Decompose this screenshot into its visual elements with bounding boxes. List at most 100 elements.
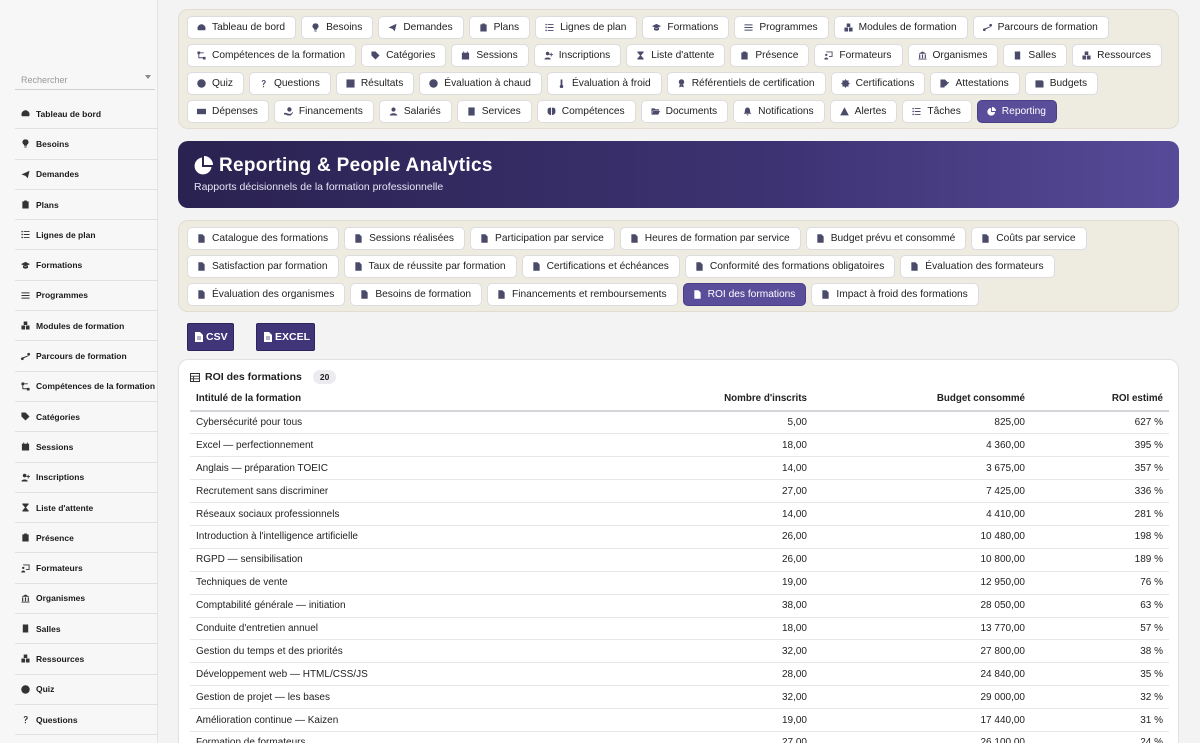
nav-chip-organismes[interactable]: Organismes (907, 44, 999, 67)
nav-chip-financements[interactable]: Financements (273, 100, 374, 123)
nav-chip-salaries[interactable]: Salariés (378, 100, 452, 123)
column-header-budget[interactable]: Budget consommé (813, 387, 1031, 412)
report-chip-conformite-des-formations-obligatoires[interactable]: Conformité des formations obligatoires (684, 255, 896, 278)
sidebar-item-inscriptions[interactable]: Inscriptions (15, 463, 158, 493)
sidebar-item-label: Organismes (36, 593, 86, 604)
sidebar-item-catégories[interactable]: Catégories (15, 402, 158, 433)
nav-chip-lignes-de-plan[interactable]: Lignes de plan (535, 16, 638, 39)
report-chip-roi-des-formations[interactable]: ROI des formations (682, 283, 807, 306)
report-chip-evaluation-des-organismes[interactable]: Évaluation des organismes (187, 283, 346, 306)
sidebar-item-compétences-de-la-formation[interactable]: Compétences de la formation (15, 372, 158, 402)
nav-chip-evaluation-a-chaud[interactable]: Évaluation à chaud (419, 72, 542, 95)
column-header-inscrits[interactable]: Nombre d'inscrits (650, 387, 813, 412)
column-header-roi[interactable]: ROI estimé (1031, 387, 1169, 412)
chip-label: Parcours de formation (997, 22, 1098, 33)
file-icon (197, 234, 206, 243)
export-csv-button[interactable]: CSV (187, 323, 234, 351)
sidebar-item-label: Formateurs (36, 563, 83, 574)
sidebar-item-lignes-de-plan[interactable]: Lignes de plan (15, 220, 158, 251)
sidebar-item-label: Sessions (36, 441, 74, 452)
nav-chip-ressources[interactable]: Ressources (1072, 44, 1162, 67)
sidebar-item-label: Modules de formation (36, 320, 125, 331)
sidebar-item-formateurs[interactable]: Formateurs (15, 553, 158, 584)
export-excel-button[interactable]: EXCEL (256, 323, 315, 351)
list-icon (545, 23, 554, 32)
nav-chip-categories[interactable]: Catégories (361, 44, 447, 67)
sidebar-item-liste-d-attente[interactable]: Liste d'attente (15, 493, 158, 524)
nav-chip-parcours-de-formation[interactable]: Parcours de formation (972, 16, 1109, 39)
sidebar-item-organismes[interactable]: Organismes (15, 584, 158, 615)
sidebar-item-programmes[interactable]: Programmes (15, 281, 158, 312)
cell-title: Gestion du temps et des priorités (190, 639, 650, 664)
nav-chip-modules-de-formation[interactable]: Modules de formation (833, 16, 968, 39)
report-chip-catalogue-des-formations[interactable]: Catalogue des formations (187, 227, 340, 250)
cell-title: Techniques de vente (190, 571, 650, 595)
report-chip-sessions-realisees[interactable]: Sessions réalisées (344, 227, 466, 250)
nav-chip-formations[interactable]: Formations (642, 16, 730, 39)
sidebar-item-présence[interactable]: Présence (15, 523, 158, 554)
report-chip-impact-a-froid-des-formations[interactable]: Impact à froid des formations (811, 283, 979, 306)
nav-chip-alertes[interactable]: Alertes (829, 100, 898, 123)
chip-label: Évaluation des formateurs (925, 261, 1044, 272)
sidebar-item-tableau-de-bord[interactable]: Tableau de bord (15, 99, 158, 130)
chip-label: Salles (1028, 50, 1057, 61)
report-chip-heures-de-formation-par-service[interactable]: Heures de formation par service (619, 227, 801, 250)
chevron-down-icon[interactable] (145, 75, 151, 79)
nav-chip-evaluation-a-froid[interactable]: Évaluation à froid (546, 72, 662, 95)
report-chip-budget-prevu-et-consomme[interactable]: Budget prévu et consommé (805, 227, 967, 250)
nav-chip-programmes[interactable]: Programmes (734, 16, 829, 39)
nav-chip-presence[interactable]: Présence (730, 44, 810, 67)
nav-chip-tableau-de-bord[interactable]: Tableau de bord (187, 16, 297, 39)
sidebar-item-salles[interactable]: Salles (15, 614, 158, 645)
folder-open-icon (651, 107, 660, 116)
bars-icon (744, 23, 753, 32)
nav-chip-competences[interactable]: Compétences (536, 100, 636, 123)
nav-chip-demandes[interactable]: Demandes (378, 16, 464, 39)
nav-chip-resultats[interactable]: Résultats (335, 72, 415, 95)
nav-chip-notifications[interactable]: Notifications (733, 100, 825, 123)
nav-chip-inscriptions[interactable]: Inscriptions (533, 44, 622, 67)
nav-chip-salles[interactable]: Salles (1003, 44, 1068, 67)
sidebar-item-sessions[interactable]: Sessions (15, 432, 158, 463)
nav-chip-depenses[interactable]: Dépenses (187, 100, 269, 123)
sidebar-item-besoins[interactable]: Besoins (15, 129, 158, 160)
nav-chip-services[interactable]: Services (456, 100, 532, 123)
nav-chip-attestations[interactable]: Attestations (930, 72, 1020, 95)
sidebar-item-parcours-de-formation[interactable]: Parcours de formation (15, 341, 158, 372)
sidebar-item-formations[interactable]: Formations (15, 250, 158, 281)
nav-chip-plans[interactable]: Plans (468, 16, 531, 39)
nav-chip-formateurs[interactable]: Formateurs (814, 44, 903, 67)
report-chip-besoins-de-formation[interactable]: Besoins de formation (350, 283, 483, 306)
nav-chip-questions[interactable]: Questions (248, 72, 331, 95)
nav-chip-reporting[interactable]: Reporting (976, 100, 1057, 123)
column-header-title[interactable]: Intitulé de la formation (190, 387, 650, 412)
search-select[interactable]: Rechercher (15, 68, 155, 90)
report-chip-participation-par-service[interactable]: Participation par service (470, 227, 615, 250)
sidebar-item-questions[interactable]: Questions (15, 705, 158, 736)
nav-chip-besoins[interactable]: Besoins (301, 16, 374, 39)
nav-chip-sessions[interactable]: Sessions (451, 44, 529, 67)
report-chip-satisfaction-par-formation[interactable]: Satisfaction par formation (187, 255, 339, 278)
sidebar-item-plans[interactable]: Plans (15, 190, 158, 221)
nav-chip-documents[interactable]: Documents (640, 100, 729, 123)
sidebar-item-demandes[interactable]: Demandes (15, 160, 158, 190)
chip-label: Satisfaction par formation (212, 261, 328, 272)
report-chip-certifications-et-echeances[interactable]: Certifications et échéances (521, 255, 680, 278)
nav-chip-quiz[interactable]: Quiz (187, 72, 244, 95)
smile-icon (429, 79, 439, 88)
table-header: ROI des formations 20 (190, 370, 337, 384)
nav-chip-liste-d-attente[interactable]: Liste d'attente (626, 44, 726, 67)
sidebar-item-modules-de-formation[interactable]: Modules de formation (15, 311, 158, 342)
report-chip-taux-de-reussite-par-formation[interactable]: Taux de réussite par formation (343, 255, 517, 278)
chip-label: Salariés (403, 106, 441, 117)
report-chip-couts-par-service[interactable]: Coûts par service (971, 227, 1087, 250)
report-chip-evaluation-des-formateurs[interactable]: Évaluation des formateurs (900, 255, 1055, 278)
nav-chip-taches[interactable]: Tâches (902, 100, 972, 123)
sidebar-item-quiz[interactable]: Quiz (15, 675, 158, 705)
report-chip-financements-et-remboursements[interactable]: Financements et remboursements (487, 283, 678, 306)
nav-chip-competences-de-la-formation[interactable]: Compétences de la formation (187, 44, 357, 67)
sidebar-item-ressources[interactable]: Ressources (15, 644, 158, 675)
nav-chip-referentiels-de-certification[interactable]: Référentiels de certification (666, 72, 826, 95)
nav-chip-certifications[interactable]: Certifications (830, 72, 926, 95)
nav-chip-budgets[interactable]: Budgets (1024, 72, 1099, 95)
